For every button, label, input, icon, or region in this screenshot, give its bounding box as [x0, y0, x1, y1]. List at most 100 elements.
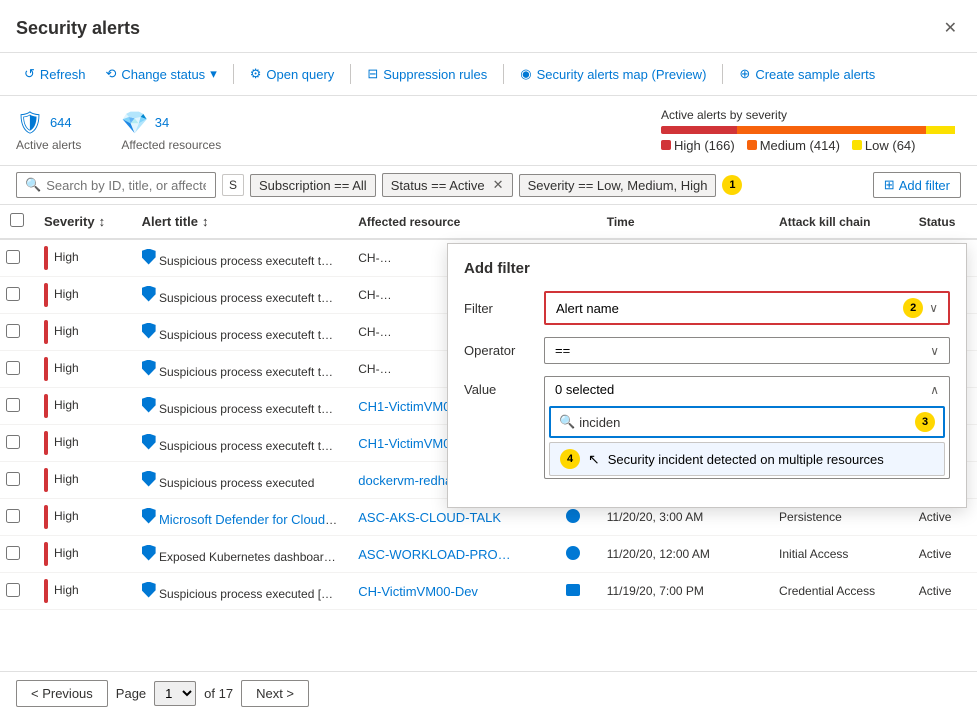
row-checkbox[interactable] [0, 425, 34, 462]
checkbox-header [0, 205, 34, 239]
row-aks-icon [556, 536, 597, 573]
medium-legend: Medium (414) [747, 138, 840, 153]
title-link[interactable]: Microsoft Defender for Cloud test ac… [159, 512, 348, 527]
row-checkbox[interactable] [0, 573, 34, 610]
suppression-rules-button[interactable]: ⊟ Suppression rules [359, 61, 495, 87]
separator [233, 64, 234, 84]
value-label: Value [464, 376, 544, 397]
add-filter-button[interactable]: ⊞ Add filter [873, 172, 961, 198]
suggestion-item[interactable]: 4 ↖ Security incident detected on multip… [549, 442, 945, 476]
value-search-input[interactable] [579, 415, 911, 430]
footer: < Previous Page 1 of 17 Next > [0, 671, 977, 715]
row-checkbox[interactable] [0, 499, 34, 536]
alert-title-header[interactable]: Alert title ↕ [132, 205, 349, 239]
shield-icon [142, 397, 156, 413]
shield-icon [142, 249, 156, 265]
add-filter-icon: ⊞ [884, 177, 895, 193]
row-severity: High [34, 462, 132, 499]
active-alerts-stat: 🛡 644 Active alerts [16, 110, 81, 152]
value-search-box[interactable]: 🔍 3 [549, 406, 945, 438]
row-time: 11/20/20, 12:00 AM [597, 536, 745, 573]
aks-icon [566, 546, 580, 560]
vm-icon [566, 584, 580, 596]
search-box[interactable]: 🔍 [16, 172, 216, 198]
row-checkbox[interactable] [0, 277, 34, 314]
status-chip[interactable]: Status == Active ✕ [382, 173, 513, 197]
row-severity: High [34, 573, 132, 610]
next-button[interactable]: Next > [241, 680, 309, 707]
operator-field-row: Operator == ∨ [464, 337, 950, 364]
severity-chip[interactable]: Severity == Low, Medium, High [519, 174, 717, 197]
affected-resources-stat: 💎 34 Affected resources [121, 110, 221, 152]
row-title: Suspicious process executed [seen … [132, 573, 349, 610]
row-checkbox[interactable] [0, 314, 34, 351]
search-icon: 🔍 [25, 177, 41, 193]
row-title: Suspicious process executeft tool ex… [132, 351, 349, 388]
row-vm-icon [556, 573, 597, 610]
row-chain: Initial Access [769, 536, 909, 573]
row-checkbox[interactable] [0, 462, 34, 499]
separator [350, 64, 351, 84]
row-title: Suspicious process executeft tool ex… [132, 388, 349, 425]
operator-label: Operator [464, 343, 544, 358]
change-status-button[interactable]: ⟲ Change status ▾ [97, 61, 224, 87]
row-severity: High [34, 425, 132, 462]
select-all-checkbox[interactable] [10, 213, 24, 227]
resource-link[interactable]: ASC-AKS-CLOUD-TALK [358, 510, 501, 525]
shield-icon [142, 545, 156, 561]
row-severity: High [34, 536, 132, 573]
status-chip-close[interactable]: ✕ [493, 177, 504, 193]
of-label: of 17 [204, 686, 233, 701]
shield-icon [142, 434, 156, 450]
row-checkbox[interactable] [0, 239, 34, 277]
shield-icon [142, 471, 156, 487]
severity-header[interactable]: Severity ↕ [34, 205, 132, 239]
previous-button[interactable]: < Previous [16, 680, 108, 707]
table-row[interactable]: High Suspicious process executed [seen …… [0, 573, 977, 610]
refresh-button[interactable]: ↺ Refresh [16, 61, 93, 87]
filter-dropdown[interactable]: Alert name 2 ∨ [544, 291, 950, 325]
row-checkbox[interactable] [0, 536, 34, 573]
row-severity: High [34, 388, 132, 425]
status-header: Status [909, 205, 977, 239]
row-title: Suspicious process executeft tool ex… [132, 277, 349, 314]
affected-resource-header: Affected resource [348, 205, 556, 239]
value-search-icon: 🔍 [559, 414, 575, 430]
value-chevron-icon: ∧ [930, 383, 939, 397]
affected-resources-count: 34 [155, 115, 169, 130]
resource-link[interactable]: CH1-VictimVM00 [358, 399, 457, 414]
value-header[interactable]: 0 selected ∧ [545, 377, 949, 402]
row-severity: High [34, 314, 132, 351]
page-select[interactable]: 1 [154, 681, 196, 706]
suggestion-badge-4: 4 [560, 449, 580, 469]
create-sample-button[interactable]: ⊕ Create sample alerts [731, 61, 883, 87]
panel-header: Security alerts ✕ [0, 0, 977, 53]
add-filter-overlay: Add filter Filter Alert name 2 ∨ Operato… [447, 243, 967, 508]
severity-bar [661, 126, 961, 134]
row-checkbox[interactable] [0, 388, 34, 425]
row-severity: High [34, 351, 132, 388]
resource-icon: 💎 [121, 110, 148, 136]
low-legend: Low (64) [852, 138, 916, 153]
table-row[interactable]: High Exposed Kubernetes dashboard det… A… [0, 536, 977, 573]
close-button[interactable]: ✕ [940, 14, 961, 42]
rules-icon: ⊟ [367, 66, 378, 82]
resource-link[interactable]: dockervm-redhat [358, 473, 456, 488]
shield-icon [142, 582, 156, 598]
resource-link[interactable]: ASC-WORKLOAD-PRO… [358, 547, 510, 562]
row-severity: High [34, 239, 132, 277]
row-checkbox[interactable] [0, 351, 34, 388]
filter-field-row: Filter Alert name 2 ∨ [464, 291, 950, 325]
shield-icon [142, 360, 156, 376]
search-input[interactable] [46, 178, 206, 193]
active-alerts-label: Active alerts [16, 138, 81, 152]
sample-icon: ⊕ [739, 66, 750, 82]
resource-link[interactable]: CH-VictimVM00-Dev [358, 584, 478, 599]
open-query-button[interactable]: ⚙ Open query [242, 61, 343, 87]
operator-dropdown[interactable]: == ∨ [544, 337, 950, 364]
security-alerts-map-button[interactable]: ◉ Security alerts map (Preview) [512, 61, 714, 87]
shield-icon: 🛡 [16, 110, 44, 136]
subscription-chip[interactable]: Subscription == All [250, 174, 376, 197]
row-col2 [745, 536, 769, 573]
add-filter-title: Add filter [464, 260, 950, 277]
